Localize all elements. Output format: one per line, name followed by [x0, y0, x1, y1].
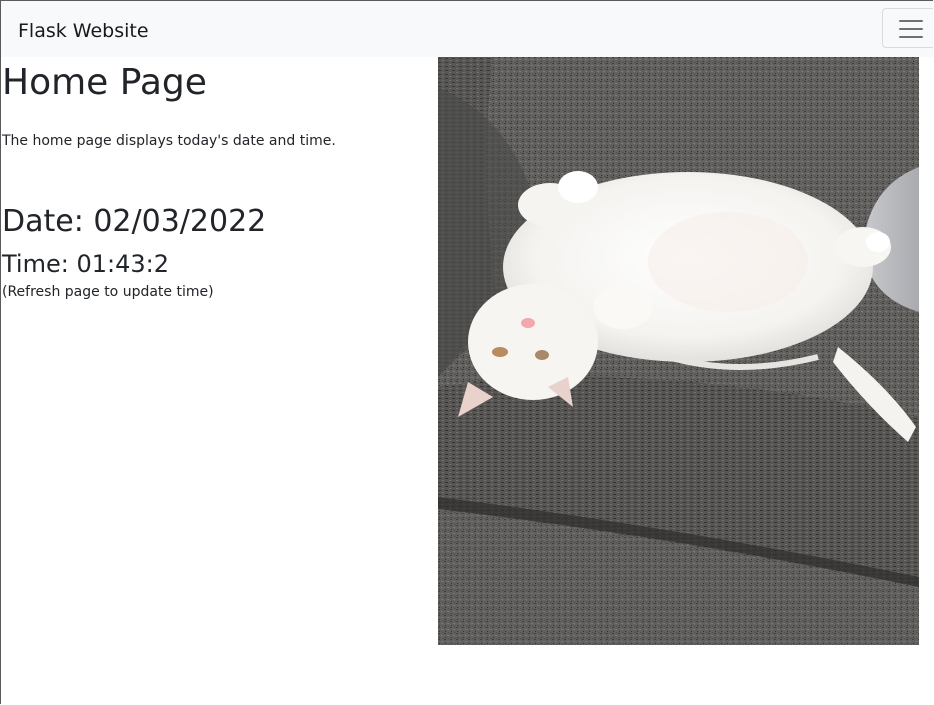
navbar-brand[interactable]: Flask Website: [18, 17, 149, 45]
page-title: Home Page: [2, 62, 207, 103]
navbar-toggler-button[interactable]: [882, 8, 933, 48]
date-heading: Date: 02/03/2022: [2, 203, 267, 239]
time-heading: Time: 01:43:2: [2, 250, 169, 278]
page-description: The home page displays today's date and …: [2, 133, 336, 149]
navbar: Flask Website: [1, 1, 933, 57]
refresh-note: (Refresh page to update time): [2, 284, 214, 300]
hamburger-menu-icon: [899, 19, 923, 39]
cat-photo: [438, 57, 919, 645]
browser-viewport: Flask Website Home Page The home page di…: [0, 0, 933, 704]
